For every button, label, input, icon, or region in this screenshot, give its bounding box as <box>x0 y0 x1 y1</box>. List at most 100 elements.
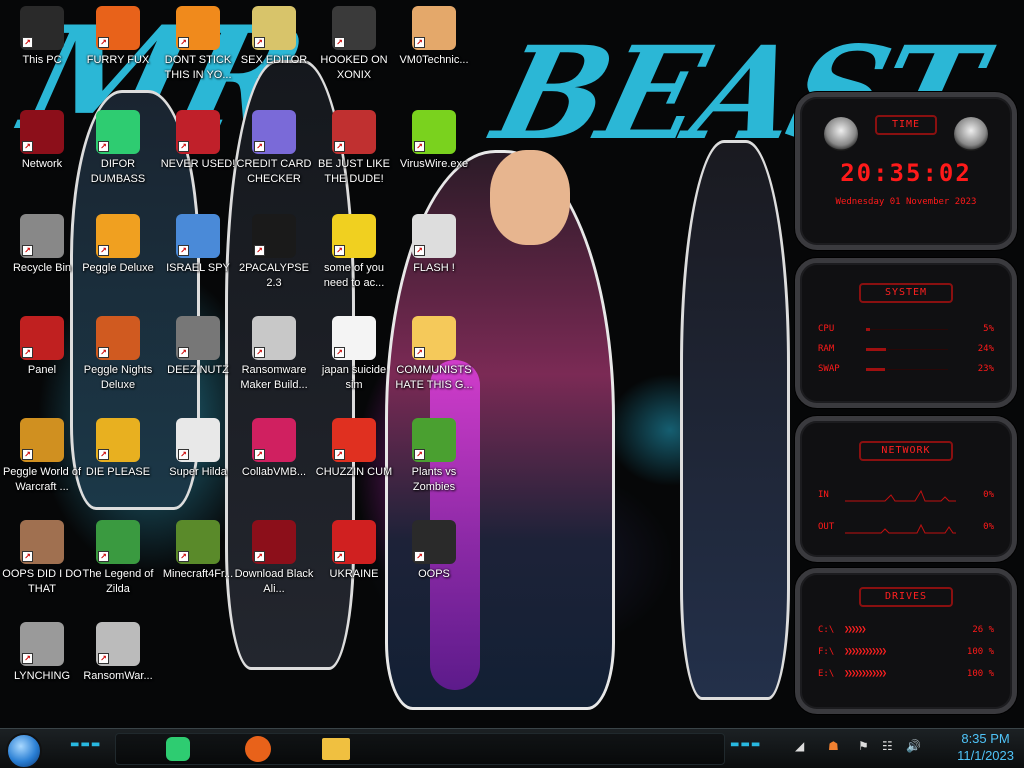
alien-head-icon <box>824 117 858 151</box>
desktop-icon[interactable]: ↗ ISRAEL SPY <box>156 214 240 276</box>
taskbar-decoration: ▬▬▬ <box>730 739 762 750</box>
desktop-icon[interactable]: ↗ NEVER USED! <box>156 110 240 172</box>
firefox-icon: ↗ <box>96 6 140 50</box>
desktop-icon[interactable]: ↗ The Legend of Zilda <box>76 520 160 597</box>
network-out-graph <box>844 523 957 534</box>
desktop-icon-label: Peggle Nights Deluxe <box>83 364 153 391</box>
shortcut-arrow-icon: ↗ <box>22 37 33 48</box>
system-row-bar <box>866 327 948 331</box>
desktop-icon[interactable]: ↗ DEEZ NUTZ <box>156 316 240 378</box>
desktop-icon[interactable]: ↗ Network <box>0 110 84 172</box>
desktop-icon[interactable]: ↗ LYNCHING <box>0 622 84 684</box>
network-row-out: OUT 0% <box>800 511 1012 543</box>
desktop-icon[interactable]: ↗ VirusWire.exe <box>392 110 476 172</box>
pixel-art-icon: ↗ <box>176 418 220 462</box>
shortcut-arrow-icon: ↗ <box>98 449 109 460</box>
desktop-icon-label: FURRY FUX <box>86 54 150 66</box>
spotify-like-icon: ↗ <box>96 110 140 154</box>
network-icon: ↗ <box>252 520 296 564</box>
credit-card-icon: ↗ <box>252 110 296 154</box>
system-row-label: CPU <box>818 324 835 334</box>
desktop-icon[interactable]: ↗ SEX EDITOR <box>232 6 316 68</box>
shortcut-arrow-icon: ↗ <box>22 347 33 358</box>
desktop-icon[interactable]: ↗ OOPS DID I DO THAT <box>0 520 84 597</box>
spotify-like-icon <box>166 737 190 761</box>
drive-row-value: 100 % <box>966 669 994 679</box>
taskbar: ▬▬▬ ▬▬▬ ◢ ☗ ⚑ ☷ 🔊 8:35 PM 11/1/2023 <box>0 728 1024 768</box>
shortcut-arrow-icon: ↗ <box>254 37 265 48</box>
drive-row-value: 100 % <box>966 647 994 657</box>
desktop-icon[interactable]: ↗ DONT STICK THIS IN YO... <box>156 6 240 83</box>
desktop-icon[interactable]: ↗ Ransomware Maker Build... <box>232 316 316 393</box>
shortcut-arrow-icon: ↗ <box>22 449 33 460</box>
desktop-icon[interactable]: ↗ HOOKED ON XONIX <box>312 6 396 83</box>
drives-widget-heading: DRIVES <box>859 587 953 607</box>
desktop-icon[interactable]: ↗ DIFOR DUMBASS <box>76 110 160 187</box>
network-row-value: 0% <box>983 490 994 500</box>
network-rows: IN 0% OUT 0% <box>800 479 1012 543</box>
desktop-icon[interactable]: ↗ CREDIT CARD CHECKER <box>232 110 316 187</box>
desktop-icon[interactable]: ↗ japan suicide sim <box>312 316 396 393</box>
desktop-icon[interactable]: ↗ UKRAINE <box>312 520 396 582</box>
shortcut-arrow-icon: ↗ <box>178 141 189 152</box>
network-row-value: 0% <box>983 522 994 532</box>
desktop-icon[interactable]: ↗ Super Hilda <box>156 418 240 480</box>
taskbar-app-firefox[interactable] <box>238 732 278 766</box>
desktop-icon[interactable]: ↗ FURRY FUX <box>76 6 160 68</box>
peggle-icon: ↗ <box>20 418 64 462</box>
shortcut-arrow-icon: ↗ <box>22 141 33 152</box>
desktop-icon[interactable]: ↗ Plants vs Zombies <box>392 418 476 495</box>
shortcut-arrow-icon: ↗ <box>254 245 265 256</box>
start-button[interactable] <box>6 733 42 768</box>
shortcut-arrow-icon: ↗ <box>178 245 189 256</box>
desktop-icon[interactable]: ↗ Peggle Deluxe <box>76 214 160 276</box>
desktop-icon[interactable]: ↗ Panel <box>0 316 84 378</box>
desktop-icon[interactable]: ↗ COMMUNISTS HATE THIS G... <box>392 316 476 393</box>
network-tray-icon[interactable]: ☷ <box>882 739 893 753</box>
system-row-value: 5% <box>983 324 994 334</box>
desktop-icon[interactable]: ↗ Minecraft4Fr... <box>156 520 240 582</box>
desktop-icon[interactable]: ↗ VM0Technic... <box>392 6 476 68</box>
peggle-icon: ↗ <box>96 316 140 360</box>
system-row-label: RAM <box>818 344 835 354</box>
desktop-icon[interactable]: ↗ Peggle World of Warcraft ... <box>0 418 84 495</box>
shortcut-arrow-icon: ↗ <box>178 551 189 562</box>
shortcut-arrow-icon: ↗ <box>98 245 109 256</box>
desktop-icon-label: Network <box>21 158 63 170</box>
desktop-icon-label: 2PACALYPSE 2.3 <box>239 262 309 289</box>
desktop-icon-label: Super Hilda <box>169 466 227 478</box>
desktop-icon[interactable]: ↗ 2PACALYPSE 2.3 <box>232 214 316 291</box>
zelda-icon: ↗ <box>96 520 140 564</box>
taskbar-clock[interactable]: 8:35 PM 11/1/2023 <box>957 730 1014 764</box>
network-row-in: IN 0% <box>800 479 1012 511</box>
desktop-icon[interactable]: ↗ Recycle Bin <box>0 214 84 276</box>
desktop-icon[interactable]: ↗ FLASH ! <box>392 214 476 276</box>
desktop-icon[interactable]: ↗ Download Black Ali... <box>232 520 316 597</box>
taskbar-app-file-explorer[interactable] <box>316 732 356 766</box>
desktop-icon[interactable]: ↗ some of you need to ac... <box>312 214 396 291</box>
desktop-icon[interactable]: ↗ This PC <box>0 6 84 68</box>
desktop-icon[interactable]: ↗ Peggle Nights Deluxe <box>76 316 160 393</box>
shortcut-arrow-icon: ↗ <box>254 347 265 358</box>
desktop-icon[interactable]: ↗ RansomWar... <box>76 622 160 684</box>
ram-bar-fill <box>866 347 886 351</box>
system-row-bar <box>866 367 948 371</box>
volume-icon[interactable]: 🔊 <box>906 739 921 753</box>
desktop-icon-label: VM0Technic... <box>399 54 469 66</box>
taskbar-app-green[interactable] <box>158 732 198 766</box>
flag-icon[interactable]: ⚑ <box>858 739 869 753</box>
desktop-icon[interactable]: ↗ OOPS <box>392 520 476 582</box>
desktop-icon-label: Peggle World of Warcraft ... <box>2 466 82 493</box>
desktop-icon[interactable]: ↗ DIE PLEASE <box>76 418 160 480</box>
show-hidden-icons-icon[interactable]: ◢ <box>795 739 804 753</box>
app-tray-icon[interactable]: ☗ <box>828 739 839 753</box>
spy-icon: ↗ <box>176 214 220 258</box>
desktop-icon[interactable]: ↗ BE JUST LIKE THE DUDE! <box>312 110 396 187</box>
cpu-bar-fill <box>866 327 871 331</box>
desktop-icon[interactable]: ↗ CHUZZIN CUM <box>312 418 396 480</box>
de-icon: ↗ <box>96 418 140 462</box>
radiation-icon: ↗ <box>332 520 376 564</box>
shortcut-arrow-icon: ↗ <box>254 141 265 152</box>
shortcut-arrow-icon: ↗ <box>98 347 109 358</box>
desktop-icon[interactable]: ↗ CollabVMB... <box>232 418 316 480</box>
